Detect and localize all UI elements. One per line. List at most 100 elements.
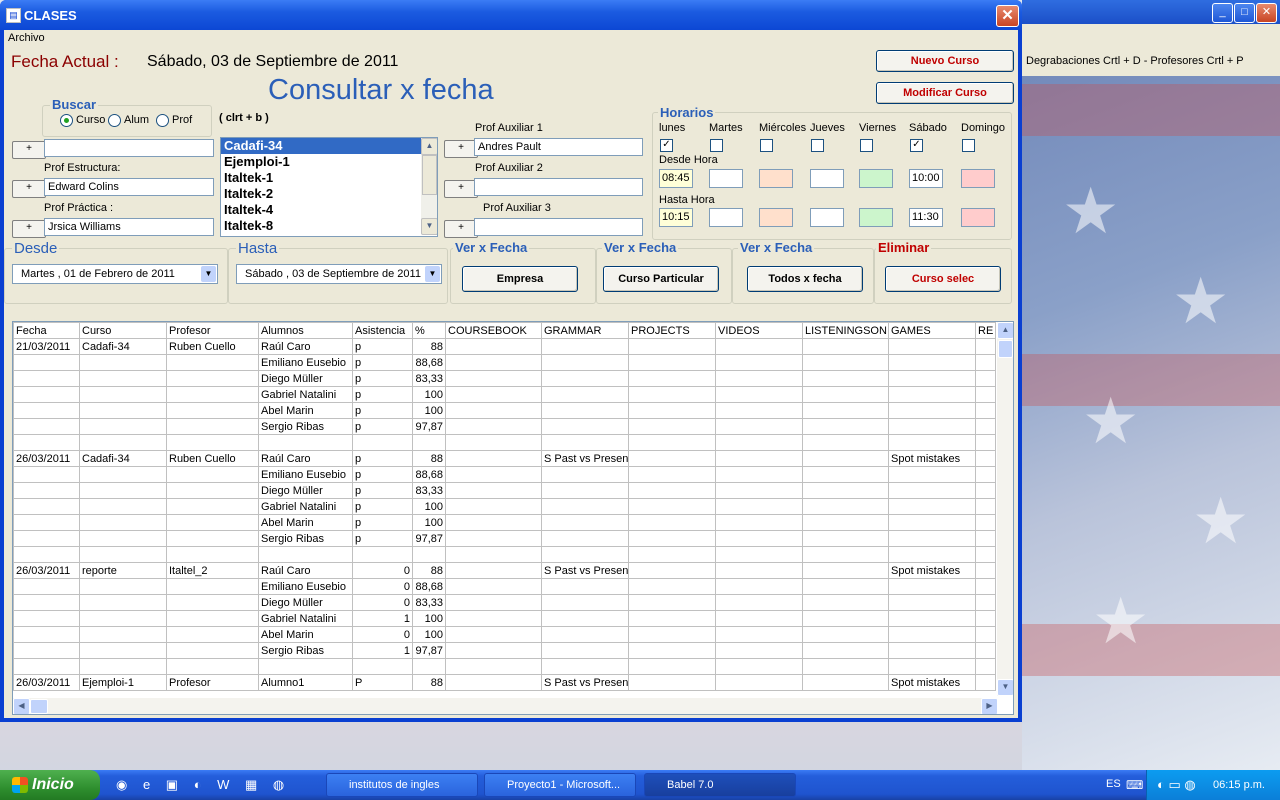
prof-practica-field[interactable]: Jrsica Williams xyxy=(44,218,214,236)
table-cell[interactable] xyxy=(79,386,167,403)
menu-archivo[interactable]: Archivo xyxy=(8,30,45,46)
table-cell[interactable] xyxy=(166,434,259,451)
column-header[interactable]: Profesor xyxy=(166,322,259,339)
table-cell[interactable]: Abel Marin xyxy=(258,626,353,643)
table-cell[interactable] xyxy=(802,386,889,403)
table-cell[interactable] xyxy=(888,642,976,659)
table-cell[interactable]: p xyxy=(352,418,413,435)
table-cell[interactable] xyxy=(715,594,803,611)
table-cell[interactable]: p xyxy=(352,514,413,531)
table-cell[interactable] xyxy=(888,370,976,387)
table-cell[interactable] xyxy=(715,402,803,419)
list-item[interactable]: Italtek-2 xyxy=(221,186,437,202)
table-cell[interactable] xyxy=(13,402,80,419)
table-cell[interactable] xyxy=(79,546,167,563)
day-checkbox-2[interactable] xyxy=(760,139,773,152)
table-cell[interactable]: 21/03/2011 xyxy=(13,338,80,355)
table-cell[interactable] xyxy=(628,482,716,499)
table-cell[interactable] xyxy=(445,386,542,403)
table-cell[interactable] xyxy=(975,674,996,691)
table-cell[interactable]: 88 xyxy=(412,450,446,467)
curso-selec-button[interactable]: Curso selec xyxy=(885,266,1001,292)
table-cell[interactable] xyxy=(888,594,976,611)
table-cell[interactable] xyxy=(975,418,996,435)
table-cell[interactable]: p xyxy=(352,482,413,499)
scroll-down-icon[interactable]: ▼ xyxy=(421,218,437,235)
table-cell[interactable] xyxy=(802,674,889,691)
table-cell[interactable] xyxy=(166,658,259,675)
table-cell[interactable] xyxy=(802,626,889,643)
table-cell[interactable]: p xyxy=(352,370,413,387)
desde-hora-0[interactable]: 08:45 xyxy=(659,169,693,188)
table-cell[interactable] xyxy=(975,514,996,531)
table-cell[interactable] xyxy=(445,562,542,579)
table-cell[interactable] xyxy=(79,498,167,515)
table-cell[interactable] xyxy=(258,546,353,563)
scroll-thumb[interactable] xyxy=(30,699,48,714)
day-checkbox-4[interactable] xyxy=(860,139,873,152)
table-cell[interactable]: 83,33 xyxy=(412,482,446,499)
table-cell[interactable]: Emiliano Eusebio xyxy=(258,466,353,483)
table-cell[interactable] xyxy=(628,354,716,371)
desde-hora-1[interactable] xyxy=(709,169,743,188)
table-cell[interactable] xyxy=(715,530,803,547)
table-cell[interactable] xyxy=(541,466,629,483)
list-item[interactable]: Italtek-8 xyxy=(221,218,437,234)
table-cell[interactable] xyxy=(802,498,889,515)
table-cell[interactable]: p xyxy=(352,450,413,467)
table-cell[interactable] xyxy=(13,642,80,659)
desde-hora-2[interactable] xyxy=(759,169,793,188)
table-cell[interactable] xyxy=(888,402,976,419)
table-cell[interactable] xyxy=(715,370,803,387)
minimize-icon[interactable]: _ xyxy=(1212,3,1233,23)
table-cell[interactable] xyxy=(166,578,259,595)
table-cell[interactable]: Gabriel Natalini xyxy=(258,610,353,627)
table-row[interactable]: Diego Müller 0 83,33 xyxy=(13,594,996,611)
table-cell[interactable] xyxy=(802,482,889,499)
table-cell[interactable] xyxy=(715,514,803,531)
scroll-up-icon[interactable]: ▲ xyxy=(997,322,1013,339)
table-row[interactable]: Gabriel Natalini 1 100 xyxy=(13,610,996,627)
radio-alum[interactable] xyxy=(108,114,121,127)
table-cell[interactable] xyxy=(166,610,259,627)
table-cell[interactable] xyxy=(888,338,976,355)
table-cell[interactable] xyxy=(628,434,716,451)
table-cell[interactable]: Cadafi-34 xyxy=(79,450,167,467)
table-vscrollbar[interactable]: ▲ ▼ xyxy=(997,322,1013,696)
table-cell[interactable]: 97,87 xyxy=(412,642,446,659)
table-cell[interactable] xyxy=(975,658,996,675)
column-header[interactable]: GRAMMAR xyxy=(541,322,629,339)
table-cell[interactable] xyxy=(445,546,542,563)
table-cell[interactable] xyxy=(628,450,716,467)
table-cell[interactable] xyxy=(166,402,259,419)
add-aux3-button[interactable]: + xyxy=(444,220,478,238)
table-cell[interactable] xyxy=(715,354,803,371)
table-row[interactable]: Sergio Ribas p 97,87 xyxy=(13,418,996,435)
table-row[interactable]: Diego Müller p 83,33 xyxy=(13,482,996,499)
table-cell[interactable] xyxy=(166,546,259,563)
table-row[interactable] xyxy=(13,546,996,563)
table-cell[interactable] xyxy=(628,402,716,419)
table-cell[interactable] xyxy=(13,386,80,403)
table-row[interactable]: Gabriel Natalini p 100 xyxy=(13,498,996,515)
table-cell[interactable] xyxy=(541,418,629,435)
table-cell[interactable] xyxy=(628,610,716,627)
table-cell[interactable] xyxy=(445,402,542,419)
table-cell[interactable] xyxy=(802,450,889,467)
table-cell[interactable]: Italtel_2 xyxy=(166,562,259,579)
table-cell[interactable] xyxy=(79,370,167,387)
table-cell[interactable] xyxy=(715,338,803,355)
hasta-hora-2[interactable] xyxy=(759,208,793,227)
table-cell[interactable] xyxy=(13,546,80,563)
add-prof-practica-button[interactable]: + xyxy=(12,220,46,238)
table-cell[interactable] xyxy=(715,562,803,579)
table-cell[interactable] xyxy=(541,610,629,627)
table-cell[interactable] xyxy=(715,578,803,595)
table-cell[interactable]: 97,87 xyxy=(412,418,446,435)
table-cell[interactable] xyxy=(541,370,629,387)
scroll-thumb[interactable] xyxy=(422,155,437,195)
table-cell[interactable] xyxy=(166,594,259,611)
table-cell[interactable] xyxy=(628,642,716,659)
desde-hora-6[interactable] xyxy=(961,169,995,188)
table-row[interactable]: Sergio Ribas 1 97,87 xyxy=(13,642,996,659)
